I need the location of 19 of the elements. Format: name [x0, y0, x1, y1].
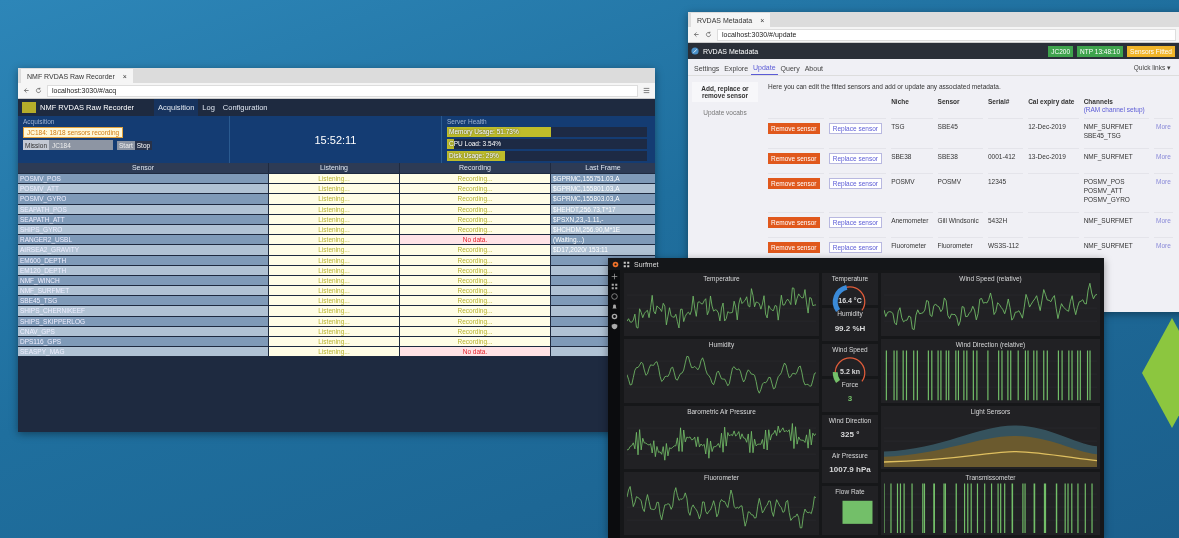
shield-icon[interactable]	[610, 323, 618, 330]
logo-icon	[22, 102, 36, 113]
back-icon[interactable]	[693, 31, 700, 38]
dashboard-icon	[623, 260, 630, 268]
reload-icon[interactable]	[705, 31, 712, 38]
reload-icon[interactable]	[35, 87, 42, 94]
compass-icon[interactable]	[610, 293, 618, 300]
stat-value: 99.2 %H	[834, 323, 866, 333]
plus-icon[interactable]	[610, 273, 618, 280]
stat-value: 325 °	[840, 429, 860, 439]
settings-icon[interactable]	[610, 313, 618, 320]
logo-icon	[691, 47, 699, 55]
back-icon[interactable]	[23, 87, 30, 94]
clock-time: 15:52:11	[314, 133, 357, 146]
menu-icon[interactable]	[643, 87, 650, 94]
stat-value: 3	[847, 394, 853, 404]
bell-icon[interactable]	[610, 303, 618, 310]
stat-value: 1007.9 hPa	[829, 465, 871, 475]
dashboard-icon[interactable]	[610, 283, 618, 290]
